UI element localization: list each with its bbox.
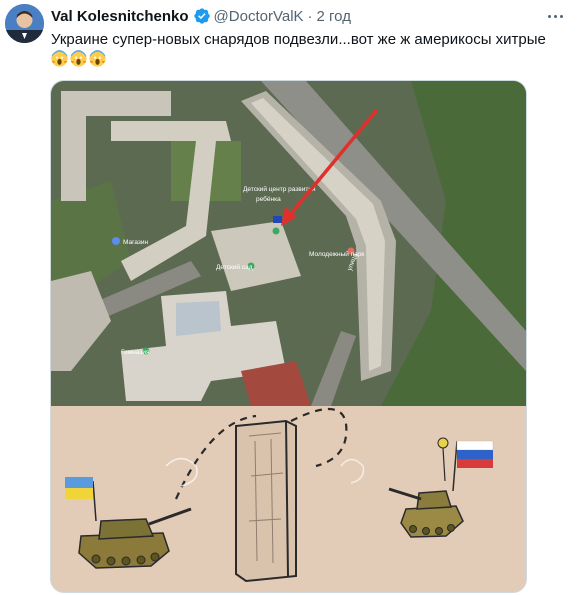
screaming-face-emoji-icon <box>89 50 106 67</box>
map-label-left: Магазин <box>123 239 148 246</box>
map-label-bottom: Гимназия <box>121 349 150 356</box>
tweet-header: Val Kolesnitchenko @DoctorValK · 2 год <box>51 6 351 26</box>
more-options-icon[interactable] <box>542 6 568 26</box>
map-label-center: Детский центр развития <box>243 185 316 193</box>
tweet-text: Украине супер-новых снарядов подвезли...… <box>51 31 546 48</box>
verified-badge-icon <box>193 7 211 25</box>
avatar[interactable] <box>5 4 44 43</box>
timestamp[interactable]: 2 год <box>317 8 351 25</box>
screaming-face-emoji-icon <box>51 50 68 67</box>
author-name[interactable]: Val Kolesnitchenko <box>51 8 189 25</box>
tweet-media[interactable]: Детский центр развития ребёнка Молодежны… <box>50 80 527 593</box>
author-handle[interactable]: @DoctorValK <box>214 8 304 25</box>
tank-drawing-image <box>51 406 526 592</box>
emoji-row <box>51 50 106 70</box>
map-label-center-2: ребёнка <box>256 195 281 203</box>
tweet[interactable]: Val Kolesnitchenko @DoctorValK · 2 год У… <box>0 0 578 595</box>
separator-dot: · <box>307 7 313 25</box>
screaming-face-emoji-icon <box>70 50 87 67</box>
map-label-green: Детский сад <box>216 263 253 271</box>
